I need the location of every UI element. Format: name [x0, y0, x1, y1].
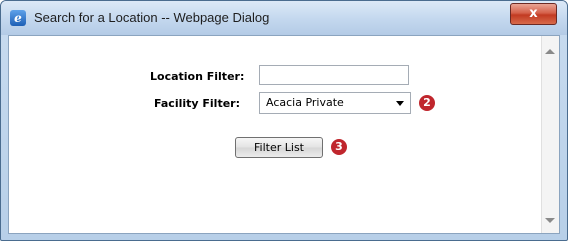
callout-badge-3: 3	[331, 139, 347, 155]
facility-selected-value: Acacia Private	[266, 96, 344, 109]
dialog-content: Location Filter: Facility Filter: Acacia…	[8, 35, 560, 234]
window-title: Search for a Location -- Webpage Dialog	[34, 10, 270, 25]
facility-filter-select[interactable]: Acacia Private	[259, 92, 411, 114]
close-button[interactable]: x	[510, 3, 557, 25]
vertical-scrollbar[interactable]	[541, 36, 559, 233]
callout-badge-2: 2	[419, 95, 435, 111]
dialog-window: e Search for a Location -- Webpage Dialo…	[0, 0, 568, 241]
title-bar[interactable]: e Search for a Location -- Webpage Dialo…	[1, 1, 567, 35]
close-icon: x	[529, 6, 538, 21]
facility-filter-label: Facility Filter:	[154, 97, 240, 110]
scroll-up-icon[interactable]	[545, 49, 555, 54]
ie-icon: e	[10, 10, 26, 26]
filter-list-button[interactable]: Filter List	[235, 137, 323, 158]
scroll-down-icon[interactable]	[545, 218, 555, 223]
location-filter-input[interactable]	[259, 65, 409, 85]
chevron-down-icon[interactable]	[396, 101, 404, 106]
location-filter-label: Location Filter:	[150, 70, 245, 83]
